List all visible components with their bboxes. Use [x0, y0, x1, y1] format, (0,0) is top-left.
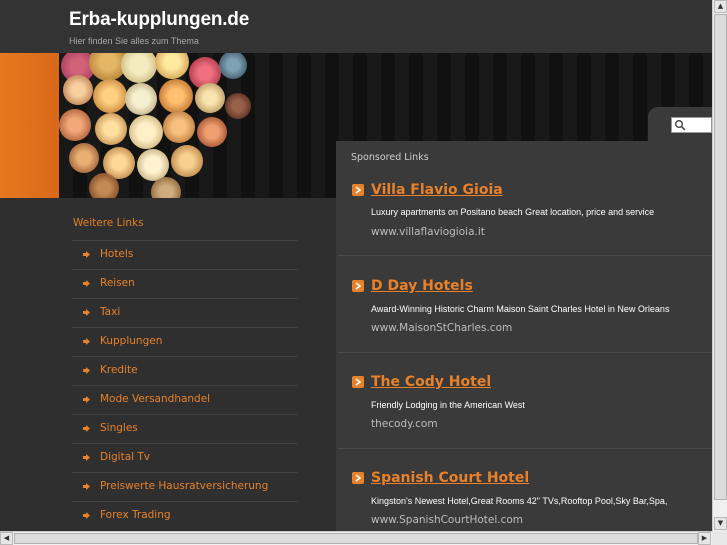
- sponsored-links-label: Sponsored Links: [351, 152, 429, 163]
- ad-divider: [338, 352, 712, 353]
- sidebar-item-hausratversicherung[interactable]: Preiswerte Hausratversicherung: [72, 472, 298, 501]
- ad-title-link[interactable]: D Day Hotels: [371, 278, 473, 294]
- arrow-right-icon: [83, 367, 90, 374]
- bokeh-light: [197, 117, 227, 147]
- bokeh-light: [225, 93, 251, 119]
- arrow-right-icon: [83, 396, 90, 403]
- orange-accent-block: [0, 53, 59, 198]
- ad-url[interactable]: www.villaflaviogioia.it: [371, 226, 485, 238]
- ad-title-link[interactable]: Villa Flavio Gioia: [371, 182, 503, 198]
- arrow-right-icon: [83, 280, 90, 287]
- sidebar-item-label: Kupplungen: [100, 335, 163, 347]
- bokeh-light: [95, 113, 127, 145]
- vertical-scroll-thumb[interactable]: [714, 14, 727, 500]
- sidebar-item-hotels[interactable]: Hotels: [72, 240, 298, 269]
- bokeh-light: [163, 111, 195, 143]
- ad-title-link[interactable]: Spanish Court Hotel: [371, 470, 529, 486]
- ad-title-link[interactable]: The Cody Hotel: [371, 374, 491, 390]
- sidebar-item-kupplungen[interactable]: Kupplungen: [72, 327, 298, 356]
- sidebar-item-digital-tv[interactable]: Digital Tv: [72, 443, 298, 472]
- horizontal-scrollbar[interactable]: ◀ ▶: [0, 531, 712, 545]
- bokeh-light: [89, 173, 119, 198]
- vertical-scrollbar[interactable]: ▲ ▼: [712, 0, 727, 531]
- sidebar-item-kredite[interactable]: Kredite: [72, 356, 298, 385]
- sidebar-item-reisen[interactable]: Reisen: [72, 269, 298, 298]
- bokeh-light: [59, 109, 91, 141]
- sidebar-item-label: Mode Versandhandel: [100, 393, 211, 405]
- site-header: Erba-kupplungen.de Hier finden Sie alles…: [0, 0, 712, 53]
- bokeh-light: [125, 83, 157, 115]
- ad-description: Luxury apartments on Positano beach Grea…: [371, 207, 655, 217]
- arrow-right-icon: [83, 338, 90, 345]
- arrow-box-icon: [352, 376, 364, 388]
- bokeh-light: [171, 145, 203, 177]
- ad-description: Award-Winning Historic Charm Maison Sain…: [371, 304, 670, 314]
- bokeh-light: [195, 83, 225, 113]
- scroll-up-button[interactable]: ▲: [714, 0, 727, 13]
- bokeh-light: [63, 75, 93, 105]
- sidebar-item-label: Forex Trading: [100, 509, 171, 521]
- bokeh-light: [129, 115, 163, 149]
- ad-description: Friendly Lodging in the American West: [371, 400, 525, 410]
- arrow-box-icon: [352, 184, 364, 196]
- arrow-box-icon: [352, 472, 364, 484]
- sidebar-item-mode-versandhandel[interactable]: Mode Versandhandel: [72, 385, 298, 414]
- ad-url[interactable]: www.MaisonStCharles.com: [371, 322, 512, 334]
- sidebar-item-label: Digital Tv: [100, 451, 151, 463]
- sidebar-item-label: Hotels: [100, 248, 134, 260]
- bokeh-light: [69, 143, 99, 173]
- arrow-right-icon: [83, 309, 90, 316]
- scrollbar-corner: [712, 531, 727, 545]
- site-tagline: Hier finden Sie alles zum Thema: [69, 36, 199, 46]
- arrow-right-icon: [83, 251, 90, 258]
- arrow-right-icon: [83, 483, 90, 490]
- search-icon: [675, 120, 686, 131]
- sidebar-item-label: Kredite: [100, 364, 138, 376]
- sidebar-item-label: Preiswerte Hausratversicherung: [100, 480, 269, 492]
- bokeh-light: [93, 79, 127, 113]
- ad-url[interactable]: www.SpanishCourtHotel.com: [371, 514, 523, 526]
- arrow-box-icon: [352, 280, 364, 292]
- arrow-right-icon: [83, 454, 90, 461]
- ad-divider: [338, 255, 712, 256]
- site-title[interactable]: Erba-kupplungen.de: [69, 9, 249, 31]
- arrow-right-icon: [83, 512, 90, 519]
- sidebar-heading: Weitere Links: [73, 217, 144, 229]
- ad-divider: [338, 448, 712, 449]
- ad-description: Kingston's Newest Hotel,Great Rooms 42" …: [371, 496, 668, 506]
- scroll-left-button[interactable]: ◀: [0, 532, 13, 545]
- bokeh-light: [159, 79, 193, 113]
- scroll-right-button[interactable]: ▶: [698, 532, 711, 545]
- scroll-down-button[interactable]: ▼: [714, 517, 727, 530]
- sidebar-item-taxi[interactable]: Taxi: [72, 298, 298, 327]
- sidebar-item-label: Reisen: [100, 277, 135, 289]
- sidebar-item-label: Taxi: [100, 306, 121, 318]
- sidebar-item-singles[interactable]: Singles: [72, 414, 298, 443]
- sidebar-item-label: Singles: [100, 422, 138, 434]
- horizontal-scroll-thumb[interactable]: [14, 533, 698, 544]
- sidebar-item-forex-trading[interactable]: Forex Trading: [72, 501, 298, 530]
- ad-url[interactable]: thecody.com: [371, 418, 438, 430]
- arrow-right-icon: [83, 425, 90, 432]
